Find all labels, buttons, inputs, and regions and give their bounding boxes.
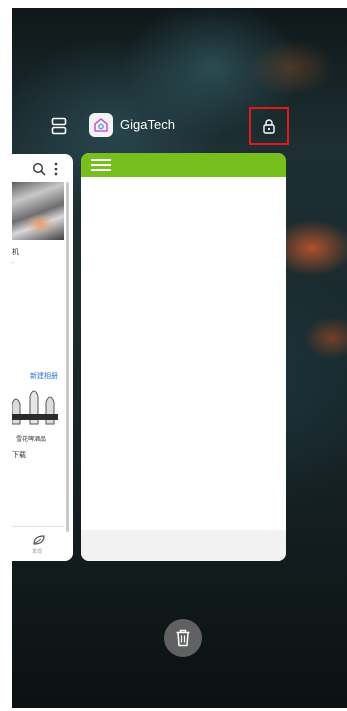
card-text-line: . [12,258,14,265]
house-icon [94,118,108,132]
app-toolbar [81,153,286,177]
trash-icon [176,629,190,647]
app-title: GigaTech [120,117,175,132]
lock-icon [263,119,275,134]
home-app-icon[interactable] [89,113,113,137]
card-footer [81,530,286,561]
nav-label: 发现 [32,549,43,555]
download-text: 下载 [12,452,26,459]
clear-all-button[interactable] [164,619,202,657]
leaf-icon[interactable] [32,534,46,546]
card-text-line: 机 [12,249,19,256]
scrollbar[interactable] [66,182,69,532]
view-toggle-icon[interactable] [51,117,67,135]
bottles-thumbnail [12,384,62,432]
lock-button[interactable] [249,107,289,145]
recent-app-card-gigatech[interactable] [81,153,286,561]
product-image [12,182,64,240]
divider [12,526,64,527]
recent-apps-screen: GigaTech 机 . 新建相册 雪花啤酒品 下载 发现 [12,8,347,708]
new-album-link[interactable]: 新建相册 [30,371,58,381]
more-vert-icon[interactable] [54,162,58,176]
hamburger-menu-icon[interactable] [91,158,111,172]
recent-app-card-left[interactable]: 机 . 新建相册 雪花啤酒品 下载 发现 [12,154,73,561]
search-icon[interactable] [32,162,46,176]
thumbnail-caption: 雪花啤酒品 [16,437,47,443]
